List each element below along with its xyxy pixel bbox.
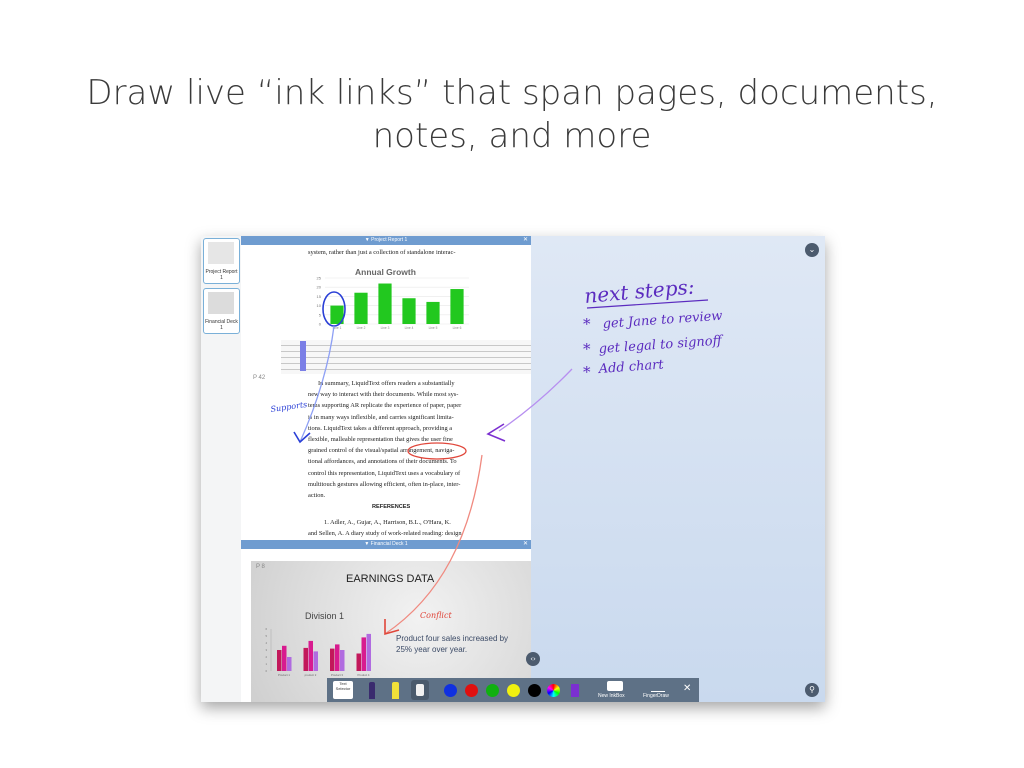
ink-link-conflict <box>384 454 483 635</box>
ink-toolbar: Text Selector New InkBox FingerDraw ✕ <box>327 678 699 702</box>
highlighter-tool[interactable] <box>392 682 399 699</box>
eraser-icon <box>416 684 424 696</box>
ink-layer: Supports Conflict next steps: * get Jane… <box>270 274 725 636</box>
ink-color-swatch[interactable] <box>486 684 499 697</box>
ink-bullet: * <box>583 315 591 333</box>
ink-bullet: * <box>583 340 591 358</box>
current-color-swatch[interactable] <box>571 684 579 697</box>
ink-color-swatch[interactable] <box>528 684 541 697</box>
ink-note-conflict: Conflict <box>420 611 452 620</box>
ink-arrow-head <box>486 423 506 442</box>
eraser-tool[interactable] <box>411 680 429 700</box>
ink-note-supports: Supports <box>270 400 308 414</box>
text-selector-tool[interactable]: Text Selector <box>333 681 353 699</box>
ink-color-swatch[interactable] <box>444 684 457 697</box>
color-picker-icon[interactable] <box>547 684 560 697</box>
close-icon[interactable]: ✕ <box>683 683 691 694</box>
ink-color-swatch[interactable] <box>507 684 520 697</box>
ink-link-supports <box>299 325 335 443</box>
ink-note-item: get legal to signoff <box>598 333 725 357</box>
headline-line-2: notes, and more <box>372 116 652 156</box>
new-inkbox-button[interactable]: New InkBox <box>598 693 625 699</box>
ink-color-swatch[interactable] <box>465 684 478 697</box>
ink-bullet: * <box>583 363 591 381</box>
inkbox-icon <box>607 681 623 691</box>
headline-line-1: Draw live “ink links” that span pages, d… <box>86 73 938 113</box>
pen-tool[interactable] <box>369 682 375 699</box>
ink-note-item: get Jane to review <box>602 309 723 332</box>
finger-draw-icon <box>651 681 665 692</box>
ink-link-notes <box>498 368 573 432</box>
ink-arrow-head <box>384 619 400 636</box>
ink-circle <box>407 442 467 460</box>
ipad-screenshot: Project Report 1 Financial Deck 1 ▼ Proj… <box>201 236 825 702</box>
finger-draw-button[interactable]: FingerDraw <box>643 693 669 699</box>
ink-note-item: Add chart <box>597 357 665 377</box>
ink-note-heading: next steps: <box>583 274 695 308</box>
headline: Draw live “ink links” that span pages, d… <box>0 72 1024 158</box>
ink-circle <box>322 291 346 327</box>
